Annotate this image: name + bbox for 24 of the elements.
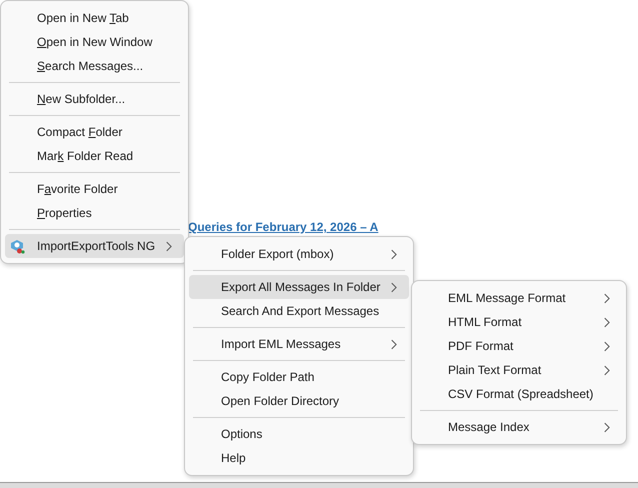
menu-item[interactable]: Import EML Messages [189, 332, 410, 356]
menu-item[interactable]: PDF Format [416, 334, 622, 358]
menu-item[interactable]: Copy Folder Path [189, 365, 410, 389]
menu-item[interactable]: Compact Folder [5, 120, 184, 144]
menu-item[interactable]: ImportExportTools NG [5, 234, 184, 258]
menu-item[interactable]: Options [189, 422, 410, 446]
menu-item[interactable]: Properties [5, 201, 184, 225]
menu-item[interactable]: Folder Export (mbox) [189, 242, 410, 266]
message-link[interactable]: Queries for February 12, 2026 – A [188, 220, 378, 234]
menu-item[interactable]: Search And Export Messages [189, 299, 410, 323]
menu-item[interactable]: Open in New Window [5, 30, 184, 54]
menu-item[interactable]: Help [189, 446, 410, 470]
menu-item[interactable]: HTML Format [416, 310, 622, 334]
menu-item[interactable]: CSV Format (Spreadsheet) [416, 382, 622, 406]
menu-item[interactable]: Mark Folder Read [5, 144, 184, 168]
menu-item[interactable]: Open Folder Directory [189, 389, 410, 413]
menu-item[interactable]: Message Index [416, 415, 622, 439]
menu-item[interactable]: Export All Messages In Folder [189, 275, 410, 299]
menu-item[interactable]: New Subfolder... [5, 87, 184, 111]
menu-item[interactable]: Plain Text Format [416, 358, 622, 382]
menu-item[interactable]: EML Message Format [416, 286, 622, 310]
menu-item[interactable]: Search Messages... [5, 54, 184, 78]
menu-item[interactable]: Favorite Folder [5, 177, 184, 201]
menu-item[interactable]: Open in New Tab [5, 6, 184, 30]
